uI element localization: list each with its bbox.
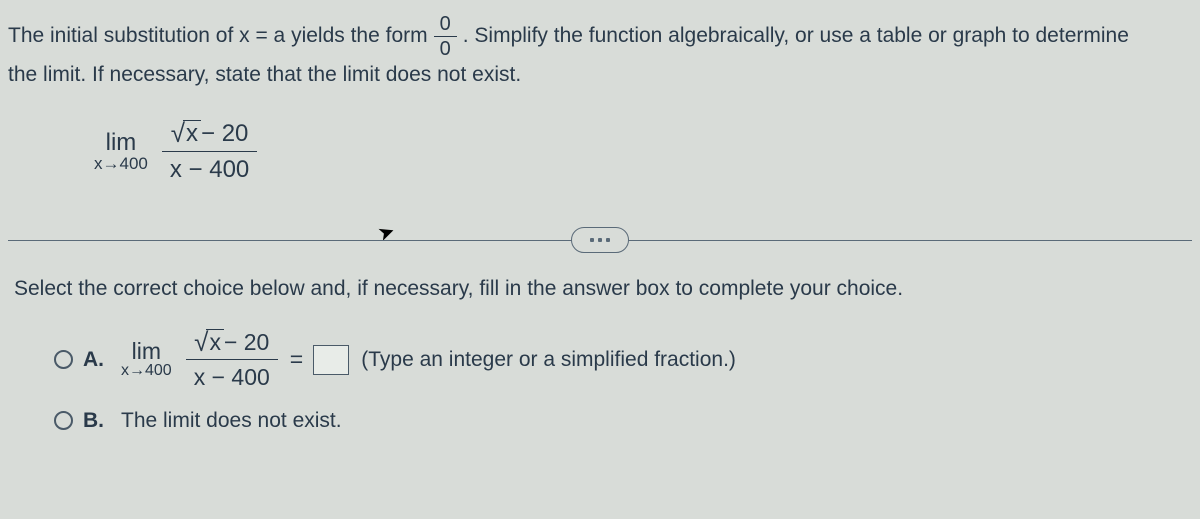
- radicand: x: [206, 329, 224, 355]
- limit-denominator: x − 400: [162, 151, 257, 184]
- choice-a-denominator: x − 400: [186, 359, 278, 390]
- select-prompt: Select the correct choice below and, if …: [14, 277, 1192, 301]
- intro-line-2: the limit. If necessary, state that the …: [8, 59, 1192, 92]
- question-container: The initial substitution of x = a yields…: [0, 0, 1200, 459]
- lim-word: lim: [132, 339, 161, 363]
- choice-a-numerator: √ x − 20: [186, 329, 277, 359]
- dot-icon: [590, 238, 594, 242]
- lim-sub: x→400: [94, 155, 148, 173]
- sqrt: √ x: [194, 329, 224, 355]
- choice-b-label: B.: [83, 409, 105, 433]
- radicand: x: [183, 120, 201, 147]
- intro-part2: . Simplify the function algebraically, o…: [463, 20, 1129, 53]
- choice-b-radio[interactable]: [54, 411, 73, 430]
- limit-numerator: √ x − 20: [163, 120, 257, 152]
- choice-a-content: lim x→400 √ x − 20 x − 400 = (Type an i: [121, 329, 736, 391]
- choice-a-label: A.: [83, 348, 105, 372]
- lim-operator: lim x→400: [121, 339, 172, 380]
- choice-a-fraction: √ x − 20 x − 400: [186, 329, 278, 391]
- choices: A. lim x→400 √ x − 20 x − 400: [54, 329, 1192, 433]
- intro-text: The initial substitution of x = a yields…: [8, 14, 1192, 92]
- lim-operator: lim x→400: [94, 130, 148, 173]
- intro-line-1: The initial substitution of x = a yields…: [8, 14, 1192, 59]
- choice-a-radio[interactable]: [54, 350, 73, 369]
- zero-over-zero: 0 0: [434, 14, 457, 59]
- choice-a-row: A. lim x→400 √ x − 20 x − 400: [54, 329, 1192, 391]
- limit-fraction: √ x − 20 x − 400: [162, 120, 257, 184]
- sqrt: √ x: [171, 120, 201, 147]
- choice-a-hint: (Type an integer or a simplified fractio…: [361, 348, 736, 372]
- lim-sub: x→400: [121, 363, 172, 380]
- lim-word: lim: [106, 130, 137, 155]
- frac-num: 0: [434, 14, 457, 36]
- choice-b-text: The limit does not exist.: [121, 409, 342, 433]
- dot-icon: [606, 238, 610, 242]
- more-button[interactable]: [571, 227, 629, 253]
- dot-icon: [598, 238, 602, 242]
- num-rest: − 20: [201, 120, 248, 148]
- equals-sign: =: [290, 346, 303, 373]
- limit-expression: lim x→400 √ x − 20 x − 400: [94, 120, 1192, 184]
- answer-input[interactable]: [313, 345, 349, 375]
- divider-wrap: [8, 240, 1192, 241]
- num-rest: − 20: [224, 329, 269, 355]
- intro-part1: The initial substitution of x = a yields…: [8, 20, 428, 53]
- cursor-icon: ➤: [374, 218, 398, 247]
- frac-den: 0: [434, 36, 457, 59]
- choice-b-row: B. The limit does not exist.: [54, 409, 1192, 433]
